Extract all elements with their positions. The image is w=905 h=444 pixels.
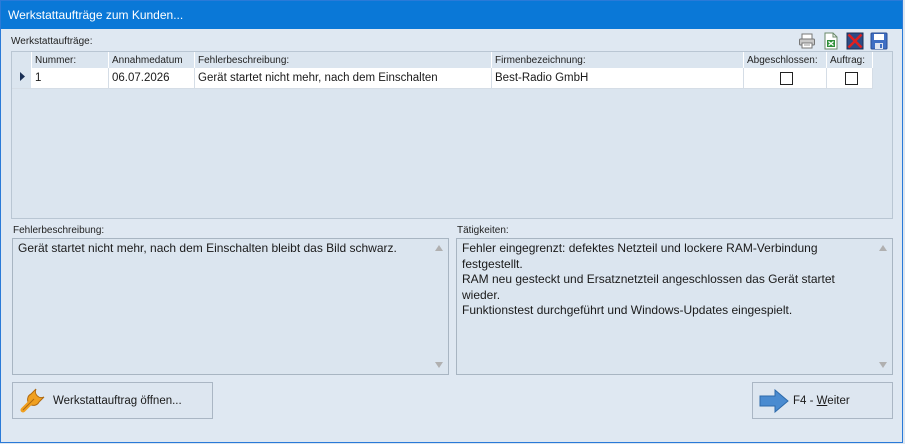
col-abgeschlossen[interactable]: Abgeschlossen: (743, 52, 827, 68)
next-accelerator: W (816, 394, 828, 407)
next-button[interactable]: F4 - Weiter (752, 382, 893, 419)
col-firmenbezeichnung[interactable]: Firmenbezeichnung: (491, 52, 744, 68)
taetigkeiten-label: Tätigkeiten: (457, 225, 509, 236)
taetigkeiten-scrollbar[interactable] (876, 240, 891, 373)
cell-firmenbezeichnung[interactable]: Best-Radio GmbH (491, 68, 744, 89)
next-rest-text: eiter (827, 394, 850, 407)
cell-annahmedatum[interactable]: 06.07.2026 (108, 68, 195, 89)
title-bar[interactable]: Werkstattaufträge zum Kunden... (1, 1, 902, 29)
taetigkeiten-line: festgestellt. (462, 256, 523, 271)
save-icon[interactable] (869, 31, 889, 51)
col-auftrag[interactable]: Auftrag: (826, 52, 873, 68)
orders-grid-label: Werkstattaufträge: (11, 36, 93, 47)
taetigkeiten-line: Funktionstest durchgeführt und Windows-U… (462, 303, 793, 317)
grid-toolbar (797, 31, 889, 51)
scroll-up-icon[interactable] (435, 245, 443, 251)
delete-icon[interactable] (845, 31, 865, 51)
cell-abgeschlossen[interactable] (743, 68, 827, 89)
taetigkeiten-line: wieder. (462, 287, 501, 302)
auftrag-checkbox[interactable] (844, 71, 858, 85)
col-nummer[interactable]: Nummer: (31, 52, 109, 68)
cell-fehlerbeschreibung[interactable]: Gerät startet nicht mehr, nach dem Einsc… (194, 68, 492, 89)
window-title: Werkstattaufträge zum Kunden... (8, 8, 184, 22)
workshop-orders-dialog: Werkstattaufträge zum Kunden... Werkstat… (0, 0, 903, 443)
taetigkeiten-line: RAM neu gesteckt und Ersatznetzteil ange… (462, 272, 835, 286)
cell-auftrag[interactable] (826, 68, 873, 89)
abgeschlossen-checkbox[interactable] (780, 71, 793, 85)
excel-export-icon[interactable] (821, 31, 841, 51)
fehler-label: Fehlerbeschreibung: (13, 225, 105, 236)
orders-grid[interactable]: Nummer: Annahmedatum Fehlerbeschreibung:… (11, 51, 893, 219)
cell-nummer[interactable]: 1 (31, 68, 109, 89)
fehler-text: Gerät startet nicht mehr, nach dem Einsc… (18, 241, 397, 255)
taetigkeiten-textarea[interactable]: Fehler eingegrenzt: defektes Netzteil un… (456, 238, 893, 375)
scroll-up-icon[interactable] (879, 245, 887, 251)
taetigkeiten-text: Fehler eingegrenzt: defektes Netzteil un… (462, 241, 872, 319)
open-button-label: Werkstattauftrag öffnen... (53, 394, 182, 407)
grid-header: Nummer: Annahmedatum Fehlerbeschreibung:… (12, 52, 873, 68)
scroll-down-icon[interactable] (435, 362, 443, 368)
taetigkeiten-line: Fehler eingegrenzt: defektes Netzteil un… (462, 241, 818, 255)
current-row-arrow-icon (20, 72, 25, 81)
fehlerbeschreibung-textarea[interactable]: Gerät startet nicht mehr, nach dem Einsc… (12, 238, 449, 375)
table-row[interactable]: 1 06.07.2026 Gerät startet nicht mehr, n… (12, 68, 873, 89)
next-button-label: F4 - Weiter (793, 395, 850, 407)
fehler-scrollbar[interactable] (432, 240, 447, 373)
row-selector-header (12, 52, 32, 68)
open-workshop-order-button[interactable]: Werkstattauftrag öffnen... (12, 382, 213, 419)
arrow-right-icon (759, 388, 789, 413)
wrench-icon (20, 388, 45, 412)
next-key-text: F4 - (793, 394, 817, 407)
printer-icon[interactable] (797, 31, 817, 51)
col-fehlerbeschreibung[interactable]: Fehlerbeschreibung: (194, 52, 492, 68)
scroll-down-icon[interactable] (879, 362, 887, 368)
col-annahmedatum[interactable]: Annahmedatum (108, 52, 195, 68)
row-selector[interactable] (12, 68, 32, 89)
